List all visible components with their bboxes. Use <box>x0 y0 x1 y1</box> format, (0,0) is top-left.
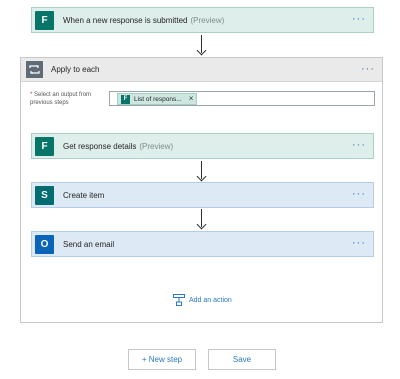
trigger-title: When a new response is submitted <box>63 15 188 25</box>
new-step-button[interactable]: + New step <box>128 349 196 370</box>
forms-icon: F <box>121 94 130 104</box>
more-options-icon[interactable]: ··· <box>352 189 366 200</box>
step-title: Send an email <box>63 239 115 249</box>
send-email-card[interactable]: O Send an email ··· <box>31 231 374 257</box>
flow-arrow-icon <box>196 161 207 183</box>
save-button[interactable]: Save <box>208 349 276 370</box>
flow-arrow-icon <box>196 209 207 231</box>
apply-to-each-header[interactable]: Apply to each ··· <box>21 58 382 82</box>
remove-token-icon[interactable]: × <box>189 95 194 103</box>
loop-icon <box>26 61 43 78</box>
add-action-button[interactable]: Add an action <box>173 294 232 306</box>
apply-to-each-container: Apply to each ··· * Select an output fro… <box>20 57 383 323</box>
preview-tag: (Preview) <box>190 15 225 25</box>
forms-icon: F <box>35 136 54 156</box>
step-title: Get response details <box>63 141 137 151</box>
outlook-icon: O <box>35 234 54 254</box>
select-output-label: * Select an output from previous steps <box>30 92 92 106</box>
create-item-card[interactable]: S Create item ··· <box>31 182 374 208</box>
get-response-details-card[interactable]: F Get response details (Preview) ··· <box>31 133 374 159</box>
more-options-icon[interactable]: ··· <box>361 64 375 75</box>
trigger-card[interactable]: F When a new response is submitted (Prev… <box>31 7 374 33</box>
sharepoint-icon: S <box>35 185 54 205</box>
preview-tag: (Preview) <box>139 141 174 151</box>
apply-to-each-title: Apply to each <box>51 65 100 74</box>
flow-arrow-icon <box>196 35 207 57</box>
forms-icon: F <box>35 10 54 30</box>
token-label: List of respons... <box>134 95 182 103</box>
dynamic-content-token[interactable]: F List of respons... × <box>117 93 198 105</box>
required-mark: * <box>30 92 33 98</box>
more-options-icon[interactable]: ··· <box>352 238 366 249</box>
select-output-input[interactable]: F List of respons... × <box>109 91 375 106</box>
add-action-icon <box>173 294 185 306</box>
more-options-icon[interactable]: ··· <box>352 140 366 151</box>
add-action-label: Add an action <box>189 296 232 304</box>
step-title: Create item <box>63 190 105 200</box>
more-options-icon[interactable]: ··· <box>352 14 366 25</box>
